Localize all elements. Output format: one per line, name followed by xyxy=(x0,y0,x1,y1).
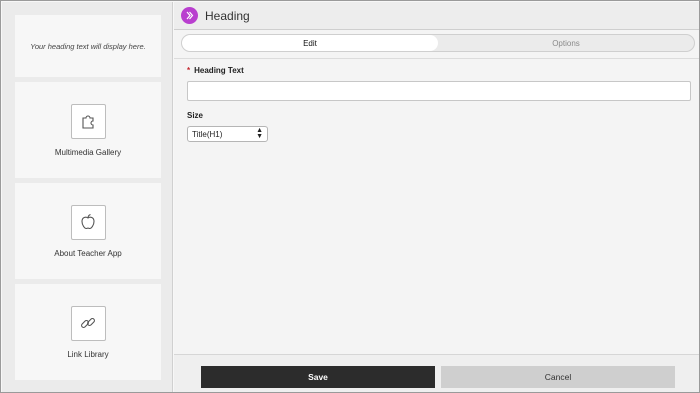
about-teacher-app-tile[interactable]: About Teacher App xyxy=(15,183,161,279)
puzzle-icon xyxy=(70,103,106,139)
apple-icon xyxy=(70,204,106,240)
size-select[interactable]: Title(H1) ▲ ▼ xyxy=(187,126,268,142)
tile-label: Multimedia Gallery xyxy=(54,147,122,157)
size-select-value: Title(H1) xyxy=(192,129,223,139)
size-label: Size xyxy=(187,111,204,120)
editor-tabs: Edit Options xyxy=(181,34,695,52)
divider xyxy=(174,58,699,59)
required-marker: * xyxy=(187,66,191,75)
tile-label: About Teacher App xyxy=(54,248,122,258)
heading-text-input[interactable] xyxy=(187,81,691,101)
tab-edit[interactable]: Edit xyxy=(182,35,438,51)
double-chevron-right-icon[interactable] xyxy=(181,7,198,24)
link-icon xyxy=(70,305,106,341)
save-button[interactable]: Save xyxy=(201,366,435,388)
tab-options[interactable]: Options xyxy=(438,35,694,51)
editor-header: Heading xyxy=(174,2,699,30)
app-frame: Your heading text will display here. Mul… xyxy=(0,0,700,393)
editor-panel: Heading Edit Options * Heading Text Size … xyxy=(174,2,699,392)
component-preview-panel: Your heading text will display here. Mul… xyxy=(2,2,173,392)
heading-text-label: * Heading Text xyxy=(187,66,244,75)
page-title: Heading xyxy=(205,8,250,23)
link-library-tile[interactable]: Link Library xyxy=(15,284,161,380)
heading-preview-tile[interactable]: Your heading text will display here. xyxy=(15,15,161,77)
cancel-button[interactable]: Cancel xyxy=(441,366,675,388)
editor-footer: Save Cancel xyxy=(174,354,699,392)
tile-label: Link Library xyxy=(67,349,109,359)
multimedia-gallery-tile[interactable]: Multimedia Gallery xyxy=(15,82,161,178)
heading-text-label-text: Heading Text xyxy=(194,66,244,75)
heading-preview-text: Your heading text will display here. xyxy=(30,41,146,51)
select-arrows-icon: ▲ ▼ xyxy=(256,127,263,140)
